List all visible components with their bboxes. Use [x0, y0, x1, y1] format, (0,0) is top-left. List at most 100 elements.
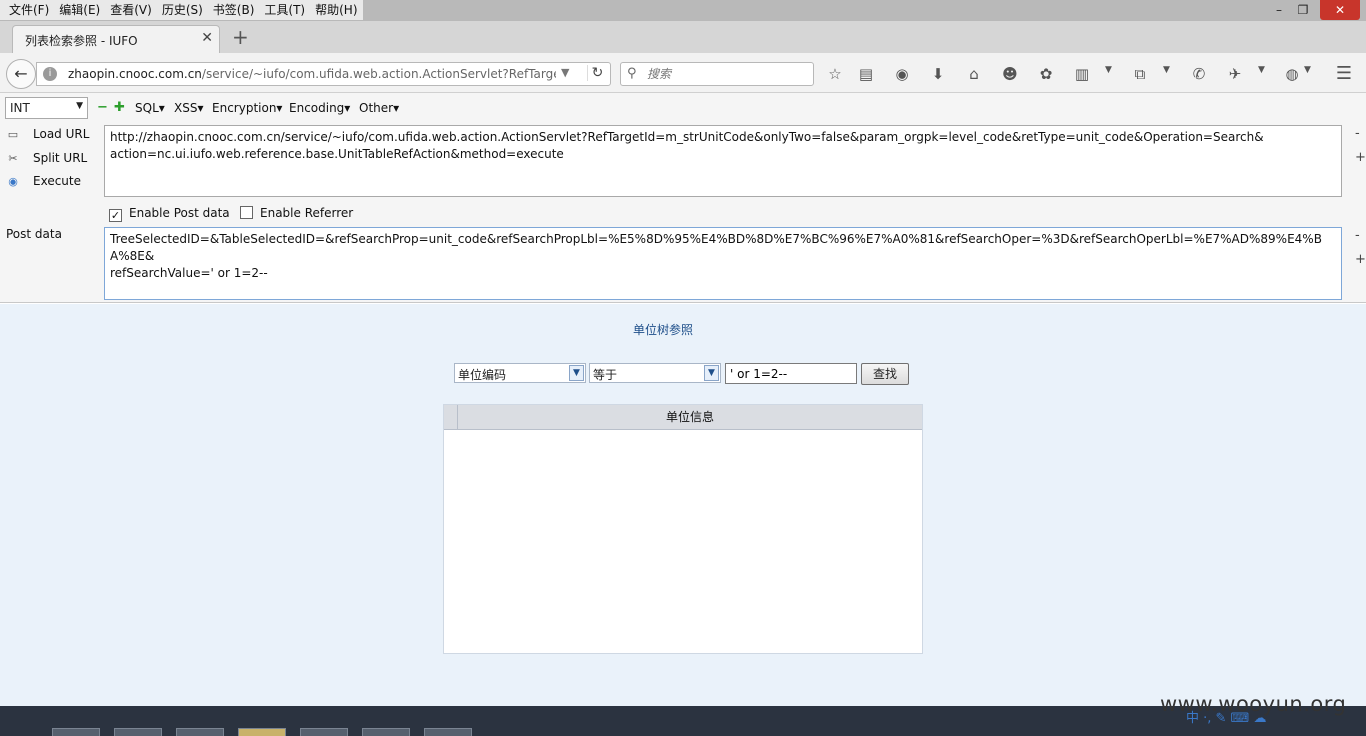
increase-icon[interactable]: ✚: [114, 101, 125, 115]
hackbar-url-textarea[interactable]: http://zhaopin.cnooc.com.cn/service/~iuf…: [104, 125, 1342, 197]
menu-bookmarks[interactable]: 书签(B): [208, 0, 260, 20]
tab-close-icon[interactable]: ✕: [201, 30, 213, 46]
chat-icon[interactable]: ✆: [1189, 64, 1209, 84]
chevron-down-icon: ▼: [76, 101, 83, 111]
url-dropdown-icon[interactable]: ▼: [561, 66, 569, 79]
grid-column-unit-info[interactable]: 单位信息: [458, 405, 922, 430]
hackbar-type-value: INT: [10, 101, 30, 115]
back-button[interactable]: ←: [6, 59, 36, 89]
menu-tools[interactable]: 工具(T): [259, 0, 310, 20]
menu-bar: 文件(F) 编辑(E) 查看(V) 历史(S) 书签(B) 工具(T) 帮助(H…: [0, 0, 1366, 21]
url-bar[interactable]: i zhaopin.cnooc.com.cn/service/~iufo/com…: [36, 62, 611, 86]
restore-button[interactable]: ❐: [1290, 2, 1316, 18]
menu-view[interactable]: 查看(V): [105, 0, 157, 20]
spy-dropdown-icon[interactable]: ▼: [1258, 65, 1265, 75]
extension-icon[interactable]: ✿: [1036, 64, 1056, 84]
enable-post-box: ✓: [109, 209, 122, 222]
search-prop-value: 单位编码: [458, 368, 507, 382]
search-input[interactable]: [645, 65, 805, 83]
spy-icon[interactable]: ✈: [1225, 64, 1245, 84]
url-path: /service/~iufo/com.ufida.web.action.Acti…: [201, 67, 556, 81]
close-window-button[interactable]: ✕: [1320, 0, 1360, 20]
result-grid: 单位信息: [443, 404, 923, 654]
emoji-icon[interactable]: ☻: [1000, 64, 1020, 84]
split-url-button[interactable]: ✂ Split URL: [5, 151, 87, 166]
other-menu[interactable]: Other▾: [359, 101, 399, 115]
tab-strip: 列表检索参照 - IUFO ✕ +: [0, 21, 1366, 53]
crop-dropdown-icon[interactable]: ▼: [1163, 65, 1170, 75]
clipboard-dropdown-icon[interactable]: ▼: [1105, 65, 1112, 75]
back-arrow-icon: ←: [14, 64, 28, 83]
url-text[interactable]: zhaopin.cnooc.com.cn/service/~iufo/com.u…: [68, 67, 556, 81]
home-icon[interactable]: ⌂: [964, 64, 984, 84]
clipboard-icon[interactable]: ▥: [1072, 64, 1092, 84]
load-url-label: Load URL: [33, 127, 90, 141]
watermark: www.wooyun.org: [1160, 692, 1347, 716]
split-url-label: Split URL: [33, 151, 88, 165]
load-url-icon: ▭: [7, 127, 19, 141]
search-bar[interactable]: ⚲: [620, 62, 814, 86]
menu-list: 文件(F) 编辑(E) 查看(V) 历史(S) 书签(B) 工具(T) 帮助(H…: [0, 0, 363, 20]
taskbar-item[interactable]: [176, 728, 224, 736]
search-oper-value: 等于: [593, 368, 618, 382]
new-tab-button[interactable]: +: [232, 26, 249, 48]
navigation-toolbar: i zhaopin.cnooc.com.cn/service/~iufo/com…: [0, 53, 1366, 93]
taskbar-item[interactable]: [52, 728, 100, 736]
download-icon[interactable]: ⬇: [928, 64, 948, 84]
crop-icon[interactable]: ⧉: [1130, 64, 1150, 84]
enable-post-checkbox[interactable]: ✓ Enable Post data: [109, 206, 230, 222]
encryption-menu[interactable]: Encryption▾: [212, 101, 282, 115]
url-host: zhaopin.cnooc.com.cn: [68, 67, 202, 81]
grid-select-column[interactable]: [444, 405, 458, 430]
execute-button[interactable]: ◉ Execute: [5, 174, 81, 189]
post-shrink-button[interactable]: -: [1355, 228, 1360, 243]
search-icon: ⚲: [627, 66, 637, 81]
search-oper-select[interactable]: 等于 ▼: [589, 363, 721, 383]
find-button[interactable]: 查找: [861, 363, 909, 385]
globe-icon[interactable]: ◍: [1282, 64, 1302, 84]
tab-active[interactable]: 列表检索参照 - IUFO ✕: [12, 25, 220, 53]
decrease-icon[interactable]: −: [97, 101, 108, 115]
hamburger-menu-icon[interactable]: ☰: [1334, 64, 1354, 84]
menu-help[interactable]: 帮助(H): [310, 0, 362, 20]
grid-header: 单位信息: [444, 405, 922, 430]
url-shrink-button[interactable]: -: [1355, 126, 1360, 141]
execute-icon: ◉: [8, 174, 18, 188]
menu-edit[interactable]: 编辑(E): [54, 0, 105, 20]
enable-post-label: Enable Post data: [129, 206, 230, 220]
taskbar-item[interactable]: [238, 728, 286, 736]
pocket-icon[interactable]: ◉: [892, 64, 912, 84]
enable-referrer-box: [240, 206, 253, 219]
taskbar-item[interactable]: [362, 728, 410, 736]
split-url-icon: ✂: [8, 151, 18, 165]
url-grow-button[interactable]: +: [1355, 150, 1366, 165]
site-identity-icon[interactable]: i: [43, 67, 57, 81]
load-url-button[interactable]: ▭ Load URL: [5, 127, 90, 142]
encoding-menu[interactable]: Encoding▾: [289, 101, 350, 115]
minimize-button[interactable]: –: [1266, 2, 1292, 18]
globe-dropdown-icon[interactable]: ▼: [1304, 65, 1311, 75]
tab-title: 列表检索参照 - IUFO: [25, 34, 138, 48]
reading-list-icon[interactable]: ▤: [856, 64, 876, 84]
menu-file[interactable]: 文件(F): [4, 0, 54, 20]
sql-menu[interactable]: SQL▾: [135, 101, 165, 115]
post-data-label: Post data: [6, 227, 62, 241]
menu-history[interactable]: 历史(S): [157, 0, 208, 20]
taskbar-item[interactable]: [114, 728, 162, 736]
hackbar-type-select[interactable]: INT ▼: [5, 97, 88, 119]
hackbar-post-textarea[interactable]: TreeSelectedID=&TableSelectedID=&refSear…: [104, 227, 1342, 300]
hackbar-panel: INT ▼ − ✚ SQL▾ XSS▾ Encryption▾ Encoding…: [0, 93, 1366, 303]
star-icon[interactable]: ☆: [825, 64, 845, 84]
search-prop-select[interactable]: 单位编码 ▼: [454, 363, 586, 383]
taskbar-item[interactable]: [424, 728, 472, 736]
reload-icon[interactable]: ↻: [587, 65, 607, 81]
page-title: 单位树参照: [632, 323, 693, 337]
taskbar-item[interactable]: [300, 728, 348, 736]
execute-label: Execute: [33, 174, 81, 188]
search-value-input[interactable]: [725, 363, 857, 384]
xss-menu[interactable]: XSS▾: [174, 101, 203, 115]
page-content: 单位树参照 单位编码 ▼ 等于 ▼ 查找 单位信息: [0, 304, 1366, 706]
chevron-down-icon: ▼: [569, 365, 584, 381]
post-grow-button[interactable]: +: [1355, 252, 1366, 267]
enable-referrer-checkbox[interactable]: Enable Referrer: [240, 206, 353, 220]
